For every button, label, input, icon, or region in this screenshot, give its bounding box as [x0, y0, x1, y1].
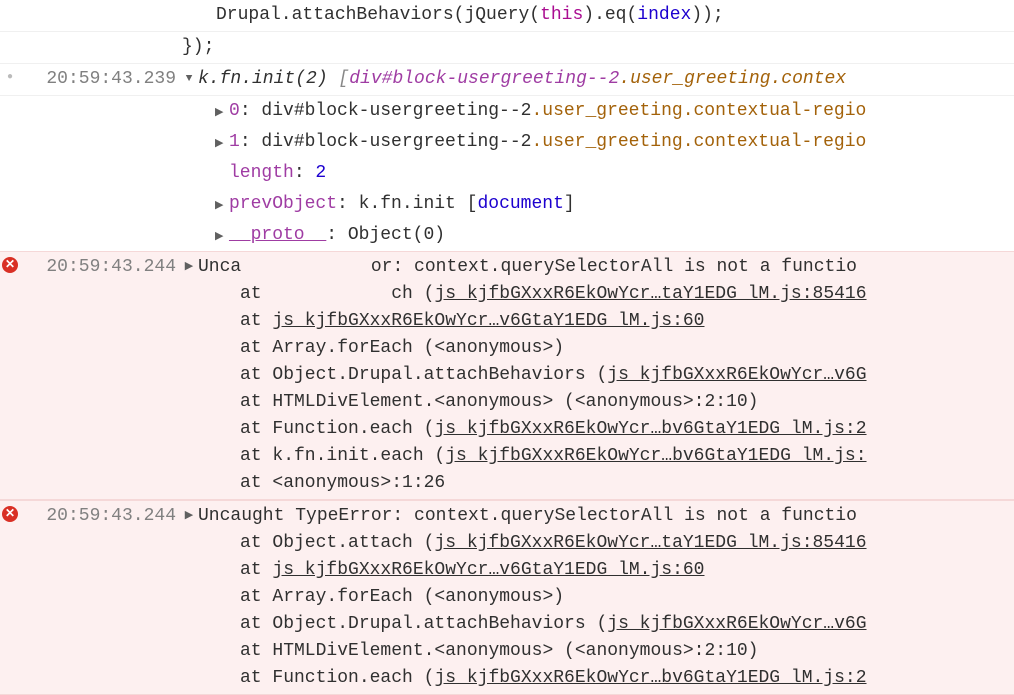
stack-frame[interactable]: at Object.attach (js_kjfbGXxxR6EkOwYcr…t… [198, 281, 1014, 308]
code-row-2: }); [0, 32, 1014, 64]
source-link: js_kjfbGXxxR6EkOwYcr…bv6GtaY1EDG_lM.js:2 [434, 668, 866, 688]
log-prop[interactable]: ▶prevObject: k.fn.init [document] [0, 189, 1014, 220]
stack-frame[interactable]: at Object.Drupal.attachBehaviors (js_kjf… [198, 611, 1014, 638]
log-bullet-icon: ● [7, 73, 13, 83]
expand-toggle-icon[interactable] [180, 501, 198, 526]
expand-toggle-icon[interactable] [180, 252, 198, 277]
source-link: js_kjfbGXxxR6EkOwYcr…v6G [607, 614, 866, 634]
source-link: js_kjfbGXxxR6EkOwYcr…taY1EDG_lM.js:85416 [434, 533, 866, 553]
stack-frame[interactable]: at Function.each (js_kjfbGXxxR6EkOwYcr…b… [198, 416, 1014, 443]
error-content: Uncaught TypeError: context.querySelecto… [198, 501, 1014, 694]
console-error-row: ✕ 20:59:43.244 Uncaught TypeError: conte… [0, 500, 1014, 695]
log-prop[interactable]: ▶0: div#block-usergreeting--2.user_greet… [0, 96, 1014, 127]
stack-frame[interactable]: at HTMLDivElement.<anonymous> (<anonymou… [198, 638, 1014, 665]
stack-frame[interactable]: at js_kjfbGXxxR6EkOwYcr…v6GtaY1EDG_lM.js… [198, 308, 1014, 335]
log-prop[interactable]: length: 2 [0, 158, 1014, 189]
error-icon: ✕ [2, 257, 18, 273]
code-row-1: Drupal.attachBehaviors(jQuery(this).eq(i… [0, 0, 1014, 32]
log-summary[interactable]: k.fn.init(2) [div#block-usergreeting--2.… [198, 64, 1014, 95]
chevron-right-icon[interactable]: ▶ [215, 229, 229, 246]
stack-frame[interactable]: at <anonymous>:1:26 [198, 470, 1014, 497]
console-error-row: ✕ 20:59:43.244 Uncaught TypeError: conte… [0, 251, 1014, 500]
source-link: js_kjfbGXxxR6EkOwYcr…bv6GtaY1EDG_lM.js: [445, 446, 866, 466]
source-link: js_kjfbGXxxR6EkOwYcr…v6G [607, 365, 866, 385]
chevron-right-icon[interactable]: ▶ [215, 136, 229, 153]
stack-frame[interactable]: at HTMLDivElement.<anonymous> (<anonymou… [198, 389, 1014, 416]
source-link: js_kjfbGXxxR6EkOwYcr…bv6GtaY1EDG_lM.js:2 [434, 419, 866, 439]
timestamp: 20:59:43.239 [20, 64, 180, 95]
stack-frame[interactable]: at Object.Drupal.attachBehaviors (js_kjf… [198, 362, 1014, 389]
source-link: js_kjfbGXxxR6EkOwYcr…taY1EDG_lM.js:85416 [434, 284, 866, 304]
chevron-right-icon[interactable]: ▶ [215, 105, 229, 122]
stack-frame[interactable]: at Object.attach (js_kjfbGXxxR6EkOwYcr…t… [198, 530, 1014, 557]
error-message[interactable]: Uncaught TypeError: context.querySelecto… [198, 503, 1014, 530]
source-link: js_kjfbGXxxR6EkOwYcr…v6GtaY1EDG_lM.js:60 [272, 311, 704, 331]
error-message[interactable]: Uncaught TypeError: context.querySelecto… [198, 254, 1014, 281]
stack-frame[interactable]: at Array.forEach (<anonymous>) [198, 335, 1014, 362]
console-log-row: ● 20:59:43.239 k.fn.init(2) [div#block-u… [0, 64, 1014, 96]
error-content: Uncaught TypeError: context.querySelecto… [198, 252, 1014, 499]
source-link: js_kjfbGXxxR6EkOwYcr…v6GtaY1EDG_lM.js:60 [272, 560, 704, 580]
timestamp: 20:59:43.244 [20, 252, 180, 283]
stack-frame[interactable]: at Function.each (js_kjfbGXxxR6EkOwYcr…b… [198, 665, 1014, 692]
timestamp: 20:59:43.244 [20, 501, 180, 532]
log-prop-proto[interactable]: ▶__proto__: Object(0) [0, 220, 1014, 251]
code-line: }); [182, 32, 1014, 63]
expand-toggle-icon[interactable] [180, 64, 198, 89]
stack-frame[interactable]: at js_kjfbGXxxR6EkOwYcr…v6GtaY1EDG_lM.js… [198, 557, 1014, 584]
log-prop[interactable]: ▶1: div#block-usergreeting--2.user_greet… [0, 127, 1014, 158]
stack-frame[interactable]: at k.fn.init.each (js_kjfbGXxxR6EkOwYcr…… [198, 443, 1014, 470]
stack-frame[interactable]: at Array.forEach (<anonymous>) [198, 584, 1014, 611]
error-icon: ✕ [2, 506, 18, 522]
log-expanded-props: ▶0: div#block-usergreeting--2.user_greet… [0, 96, 1014, 251]
chevron-right-icon[interactable]: ▶ [215, 198, 229, 215]
code-line: Drupal.attachBehaviors(jQuery(this).eq(i… [0, 0, 1014, 31]
